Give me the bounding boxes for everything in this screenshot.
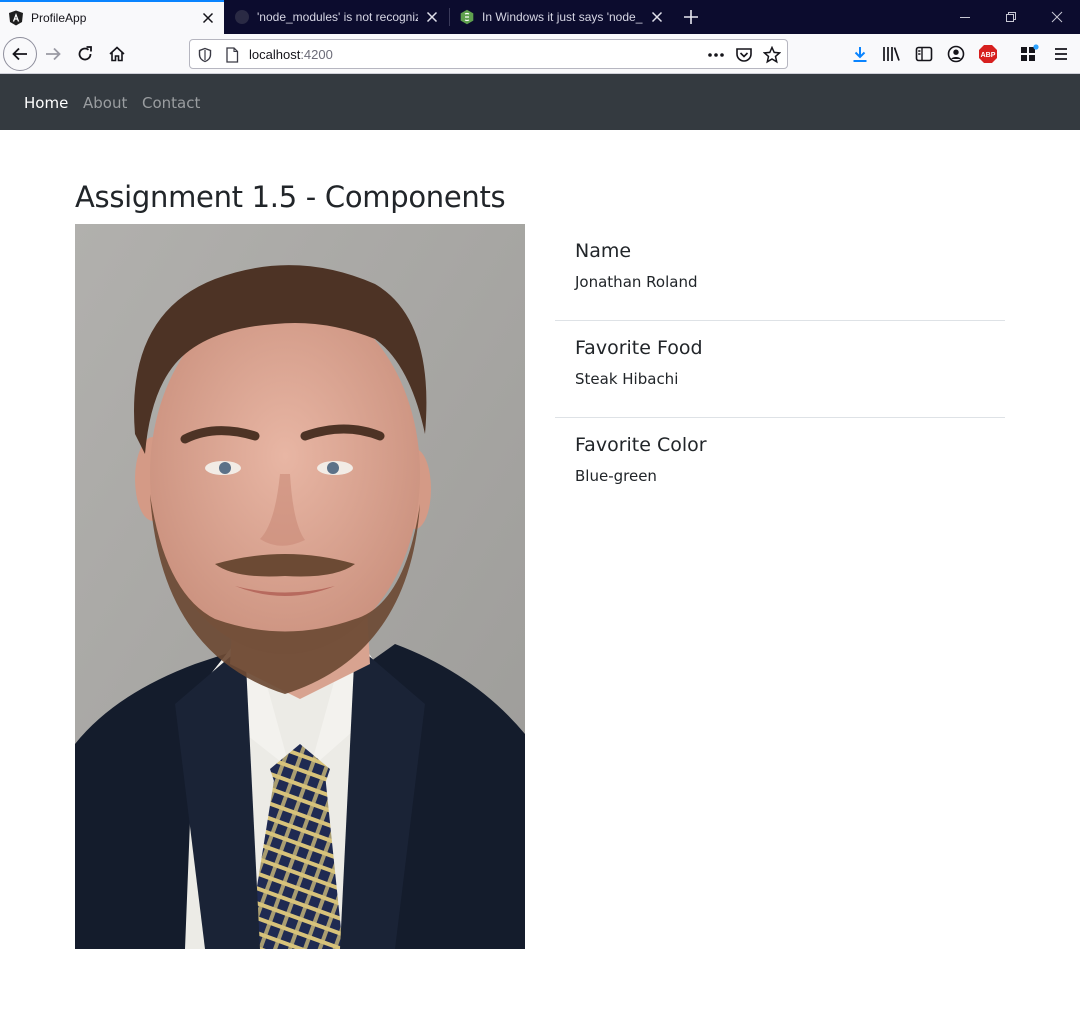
nodejs-icon bbox=[459, 9, 475, 25]
home-button[interactable] bbox=[101, 38, 133, 70]
adblock-text: ABP bbox=[981, 52, 996, 59]
plus-icon bbox=[684, 10, 698, 24]
tab-profileapp[interactable]: ProfileApp bbox=[0, 0, 224, 34]
bookmark-star-icon[interactable] bbox=[763, 46, 781, 64]
close-icon[interactable] bbox=[200, 10, 216, 26]
browser-toolbar: localhost:4200 ABP bbox=[0, 34, 1080, 74]
extensions-icon[interactable] bbox=[1018, 43, 1040, 65]
sidebar-icon[interactable] bbox=[913, 43, 935, 65]
close-icon[interactable] bbox=[649, 9, 665, 25]
field-value: Jonathan Roland bbox=[575, 273, 698, 291]
stackoverflow-icon bbox=[234, 9, 250, 25]
forward-button[interactable] bbox=[37, 38, 69, 70]
divider bbox=[555, 417, 1005, 418]
restore-button[interactable] bbox=[988, 0, 1034, 34]
field-label: Favorite Food bbox=[575, 337, 703, 359]
restore-icon bbox=[1006, 12, 1016, 22]
pocket-icon[interactable] bbox=[735, 46, 753, 64]
hamburger-menu-icon[interactable] bbox=[1050, 43, 1072, 65]
more-dots-icon[interactable] bbox=[707, 46, 725, 64]
nav-home[interactable]: Home bbox=[24, 94, 68, 112]
url-port: :4200 bbox=[300, 47, 333, 62]
profile-photo bbox=[75, 224, 525, 949]
field-label: Name bbox=[575, 240, 632, 262]
site-navbar: Home About Contact bbox=[0, 74, 1080, 130]
tracking-shield-icon[interactable] bbox=[196, 46, 214, 64]
angular-icon bbox=[8, 10, 24, 26]
field-value: Steak Hibachi bbox=[575, 370, 679, 388]
browser-tab-strip: ProfileApp 'node_modules' is not recogni… bbox=[0, 0, 1080, 34]
adblock-plus-icon[interactable]: ABP bbox=[977, 43, 999, 65]
minimize-icon bbox=[960, 17, 970, 18]
nav-about[interactable]: About bbox=[83, 94, 127, 112]
minimize-button[interactable] bbox=[942, 0, 988, 34]
tab-title: ProfileApp bbox=[31, 11, 87, 25]
close-icon bbox=[1051, 11, 1063, 23]
tab-windows-node[interactable]: In Windows it just says 'node_modules' bbox=[451, 0, 673, 34]
reload-icon bbox=[78, 46, 92, 61]
field-value: Blue-green bbox=[575, 467, 657, 485]
nav-contact[interactable]: Contact bbox=[142, 94, 200, 112]
close-icon[interactable] bbox=[424, 9, 440, 25]
download-icon[interactable] bbox=[849, 43, 871, 65]
tab-node-modules[interactable]: 'node_modules' is not recognized bbox=[226, 0, 448, 34]
page-title: Assignment 1.5 - Components bbox=[75, 180, 506, 214]
url-host: localhost bbox=[249, 47, 301, 62]
url-bar[interactable]: localhost:4200 bbox=[189, 39, 788, 69]
forward-arrow-icon bbox=[46, 47, 61, 61]
reload-button[interactable] bbox=[69, 38, 101, 70]
back-arrow-icon bbox=[12, 47, 27, 61]
field-label: Favorite Color bbox=[575, 434, 707, 456]
window-close-button[interactable] bbox=[1034, 0, 1080, 34]
new-tab-button[interactable] bbox=[680, 6, 702, 28]
page-icon[interactable] bbox=[223, 46, 241, 64]
back-button[interactable] bbox=[3, 37, 37, 71]
library-icon[interactable] bbox=[881, 43, 903, 65]
tab-title: In Windows it just says 'node_modules' bbox=[482, 10, 643, 24]
account-icon[interactable] bbox=[945, 43, 967, 65]
home-icon bbox=[109, 46, 125, 62]
url-text[interactable]: localhost:4200 bbox=[249, 47, 333, 62]
divider bbox=[555, 320, 1005, 321]
tab-title: 'node_modules' is not recognized bbox=[257, 10, 418, 24]
